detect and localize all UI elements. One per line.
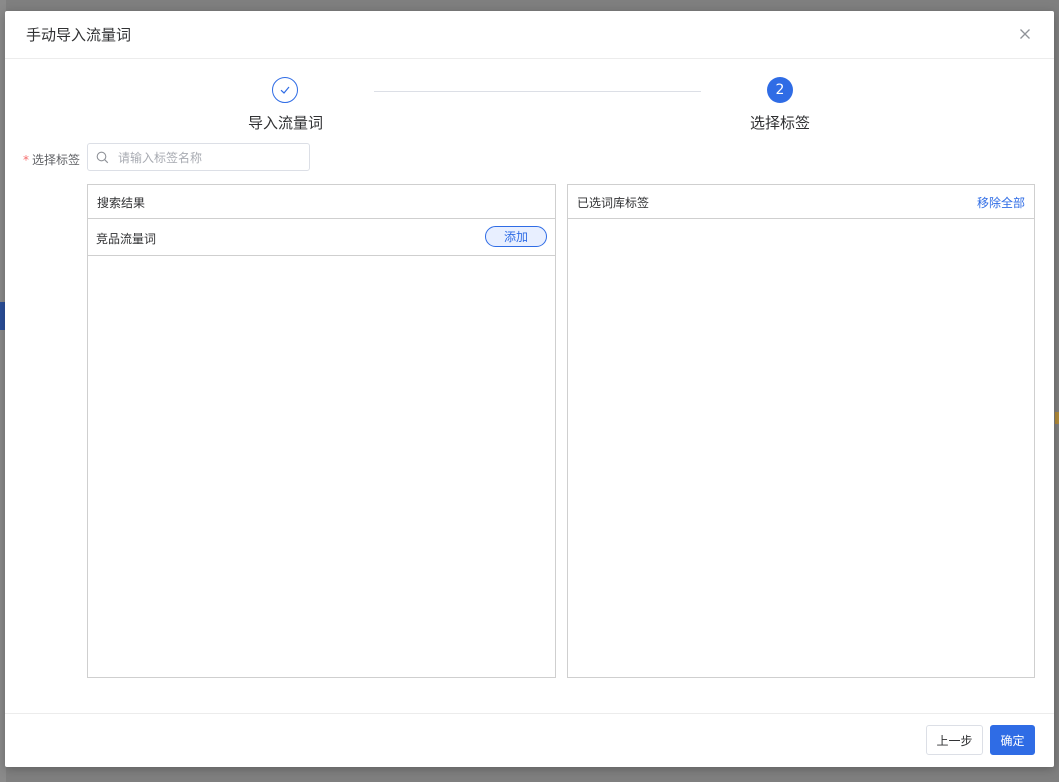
close-button[interactable] [1016,25,1034,43]
remove-all-link[interactable]: 移除全部 [977,194,1025,211]
background-page-accent-right [1055,412,1059,424]
list-item: 竞品流量词 添加 [88,219,555,256]
search-results-title: 搜索结果 [97,196,146,210]
dialog-header: 手动导入流量词 [5,11,1054,59]
confirm-button[interactable]: 确定 [990,725,1035,755]
steps-bar: 2 导入流量词 选择标签 [5,77,1054,137]
tag-select-label: * 选择标签 [23,151,80,168]
search-results-panel: 搜索结果 竞品流量词 添加 [87,184,556,678]
check-icon [280,86,290,94]
selected-tags-panel: 已选词库标签 移除全部 [567,184,1035,678]
dialog-footer: 上一步 确定 [5,713,1054,767]
dialog-title: 手动导入流量词 [26,26,132,44]
step-1-label: 导入流量词 [248,114,324,132]
close-icon [1020,29,1030,39]
selected-tags-header: 已选词库标签 移除全部 [568,185,1034,219]
import-dialog: 手动导入流量词 2 导入流量词 选择标签 *选择标签 搜索结果 竞品流量词 [5,11,1054,767]
tag-search-box[interactable] [87,143,310,171]
result-item-label: 竞品流量词 [96,232,157,246]
search-results-header: 搜索结果 [88,185,555,219]
selected-tags-title: 已选词库标签 [577,196,650,210]
step-2-label: 选择标签 [750,114,811,132]
step-1-indicator [272,77,298,103]
tag-search-input[interactable] [116,148,306,168]
required-mark: * [23,153,29,167]
step-2-indicator: 2 [767,77,793,103]
previous-step-button[interactable]: 上一步 [926,725,983,755]
add-button[interactable]: 添加 [485,226,547,247]
search-icon [96,151,109,164]
tag-select-label-text: 选择标签 [32,153,81,167]
step-connector [374,91,701,92]
